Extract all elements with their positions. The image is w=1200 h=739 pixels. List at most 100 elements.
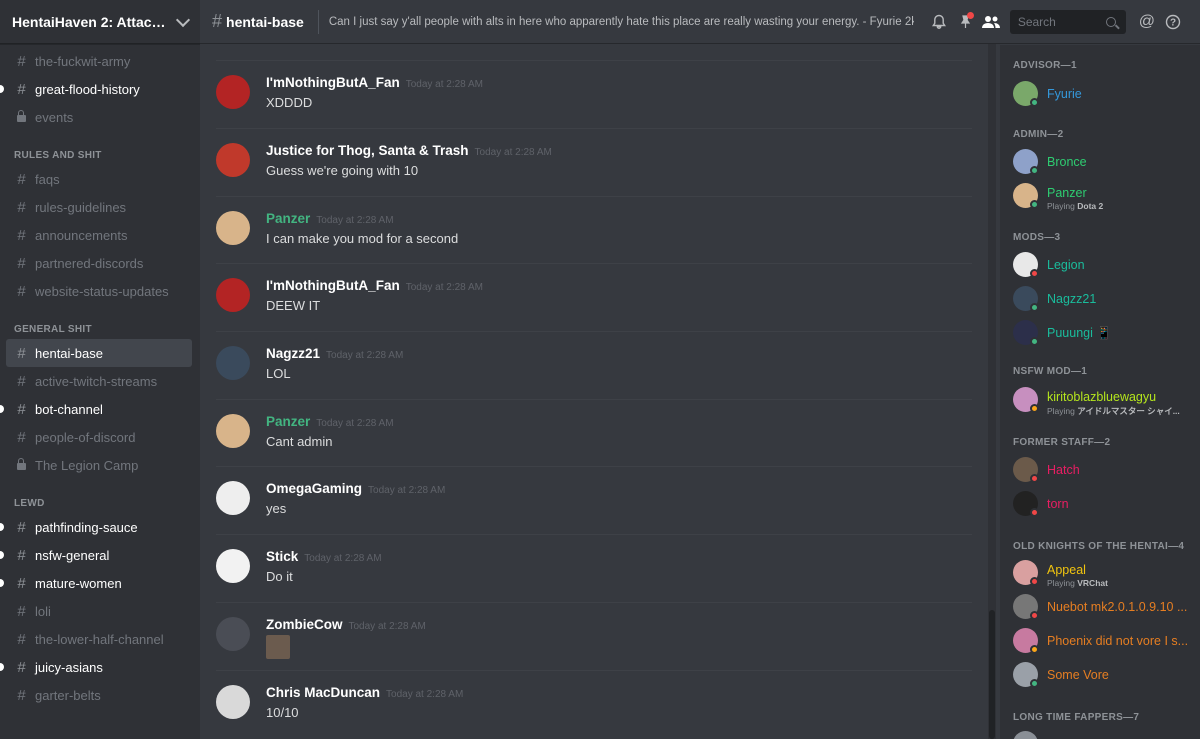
channel-item[interactable]: # pathfinding-sauce <box>0 513 192 541</box>
search-input[interactable] <box>1015 13 1106 30</box>
message-author[interactable]: Stick Today at 2:28 AM <box>266 549 382 564</box>
member-item[interactable]: Nuebot mk2.0.1.0.9.10 ... <box>1013 592 1193 622</box>
author-name[interactable]: Justice for Thog, Santa & Trash <box>266 143 469 158</box>
channel-item[interactable]: # juicy-asians <box>0 653 192 681</box>
channel-item[interactable]: # people-of-discord <box>6 423 192 451</box>
avatar[interactable] <box>216 617 250 651</box>
message-author[interactable]: I'mNothingButA_Fan Today at 2:28 AM <box>266 278 483 293</box>
category-header[interactable]: GENERAL SHIT <box>0 319 200 339</box>
member-item[interactable]: Hatch <box>1013 455 1193 485</box>
member-group-header: FORMER STAFF—2 <box>1013 437 1111 448</box>
avatar[interactable] <box>216 549 250 583</box>
channel-item[interactable]: # bot-channel <box>0 395 192 423</box>
member-name: Fyurie <box>1047 87 1082 101</box>
channel-item[interactable]: # rules-guidelines <box>6 193 192 221</box>
category-header[interactable]: LEWD <box>0 493 200 513</box>
author-name[interactable]: I'mNothingButA_Fan <box>266 278 400 293</box>
member-item[interactable]: torn <box>1013 489 1193 519</box>
message: I'mNothingButA_Fan Today at 2:28 AM XDDDD <box>216 60 972 128</box>
channel-item[interactable]: # the-lower-half-channel <box>6 625 192 653</box>
member-item[interactable]: Panzer Playing Dota 2 <box>1013 181 1193 211</box>
avatar[interactable] <box>216 211 250 245</box>
member-item[interactable]: Fyurie <box>1013 79 1193 109</box>
avatar[interactable] <box>216 685 250 719</box>
channel-item[interactable]: # active-twitch-streams <box>6 367 192 395</box>
channel-item[interactable]: # mature-women <box>0 569 192 597</box>
message-author[interactable]: Nagzz21 Today at 2:28 AM <box>266 346 403 361</box>
channel-item[interactable]: # partnered-discords <box>6 249 192 277</box>
scrollbar-thumb[interactable] <box>989 610 995 739</box>
author-name[interactable]: I'mNothingButA_Fan <box>266 75 400 90</box>
status-indicator <box>1030 508 1039 517</box>
author-name[interactable]: Chris MacDuncan <box>266 685 380 700</box>
message-author[interactable]: Panzer Today at 2:28 AM <box>266 211 394 226</box>
channel-item[interactable]: # hentai-base <box>6 339 192 367</box>
member-item[interactable]: Nagzz21 <box>1013 284 1193 314</box>
channel-item[interactable]: # loli <box>6 597 192 625</box>
avatar[interactable] <box>216 414 250 448</box>
author-name[interactable]: Panzer <box>266 414 310 429</box>
member-item[interactable]: Phoenix did not vore I s... <box>1013 626 1193 656</box>
unread-indicator <box>0 551 4 559</box>
server-name: HentaiHaven 2: Attack of t... <box>12 13 172 30</box>
help-icon[interactable]: ? <box>1160 10 1186 34</box>
message-author[interactable]: OmegaGaming Today at 2:28 AM <box>266 481 445 496</box>
member-item[interactable]: Appeal Playing VRChat <box>1013 558 1193 588</box>
member-item[interactable]: kiritoblazbluewagyu Playing アイドルマスター シャイ.… <box>1013 385 1193 416</box>
author-name[interactable]: ZombieCow <box>266 617 343 632</box>
message-timestamp: Today at 2:28 AM <box>368 485 446 496</box>
channel-sidebar: HentaiHaven 2: Attack of t... # the-fuckw… <box>0 0 200 739</box>
avatar[interactable] <box>216 75 250 109</box>
member-item[interactable]: Legion <box>1013 250 1193 280</box>
channel-item[interactable]: # nsfw-general <box>0 541 192 569</box>
member-item[interactable]: Puuungi 📱 <box>1013 318 1193 348</box>
search-box[interactable] <box>1009 9 1126 34</box>
message-text: Guess we're going with 10 <box>266 163 419 178</box>
channel-item[interactable]: # great-flood-history <box>0 75 192 103</box>
mention-icon[interactable]: @ <box>1134 10 1160 34</box>
message-timestamp: Today at 2:28 AM <box>326 350 404 361</box>
message-author[interactable]: I'mNothingButA_Fan Today at 2:28 AM <box>266 75 483 90</box>
status-indicator <box>1030 474 1039 483</box>
channel-item[interactable]: # garter-belts <box>6 681 192 709</box>
chevron-down-icon[interactable] <box>175 12 191 27</box>
avatar[interactable] <box>216 143 250 177</box>
channel-item[interactable]: events <box>6 103 192 131</box>
channel-name: partnered-discords <box>35 255 144 271</box>
channel-item[interactable]: # announcements <box>6 221 192 249</box>
member-item[interactable]: Bronce <box>1013 147 1193 177</box>
hash-icon: # <box>17 602 26 620</box>
channel-item[interactable]: # the-fuckwit-army <box>6 47 192 75</box>
category-header[interactable]: RULES AND SHIT <box>0 145 200 165</box>
avatar[interactable] <box>216 278 250 312</box>
hash-icon: # <box>17 518 26 536</box>
search-icon[interactable] <box>1105 16 1116 27</box>
channel-item[interactable]: # website-status-updates <box>6 277 192 305</box>
channel-topic[interactable]: Can I just say y'all people with alts in… <box>329 16 914 28</box>
author-name[interactable]: Nagzz21 <box>266 346 320 361</box>
channel-name: the-fuckwit-army <box>35 53 131 69</box>
message-image[interactable] <box>266 635 290 659</box>
avatar[interactable] <box>216 481 250 515</box>
member-item[interactable]: Some Vore <box>1013 660 1193 690</box>
message-author[interactable]: Panzer Today at 2:28 AM <box>266 414 394 429</box>
message-author[interactable]: Chris MacDuncan Today at 2:28 AM <box>266 685 463 700</box>
channel-name: bot-channel <box>35 401 103 417</box>
bell-icon[interactable] <box>926 10 952 34</box>
hash-icon: # <box>17 428 26 446</box>
message-author[interactable]: Justice for Thog, Santa & Trash Today at … <box>266 143 552 158</box>
message: Stick Today at 2:28 AM Do it <box>216 534 972 602</box>
author-name[interactable]: Stick <box>266 549 298 564</box>
author-name[interactable]: Panzer <box>266 211 310 226</box>
channel-item[interactable]: The Legion Camp <box>6 451 192 479</box>
channel-item[interactable]: # faqs <box>6 165 192 193</box>
status-indicator <box>1030 645 1039 654</box>
channel-name: great-flood-history <box>35 81 140 97</box>
message-text: XDDDD <box>266 95 313 110</box>
avatar[interactable] <box>216 346 250 380</box>
members-icon[interactable] <box>978 10 1004 34</box>
message-author[interactable]: ZombieCow Today at 2:28 AM <box>266 617 426 632</box>
pin-icon[interactable] <box>952 10 978 34</box>
member-list: ADVISOR—1 Fyurie ADMIN—2 Bronce Panzer Playin… <box>1000 45 1200 739</box>
author-name[interactable]: OmegaGaming <box>266 481 362 496</box>
